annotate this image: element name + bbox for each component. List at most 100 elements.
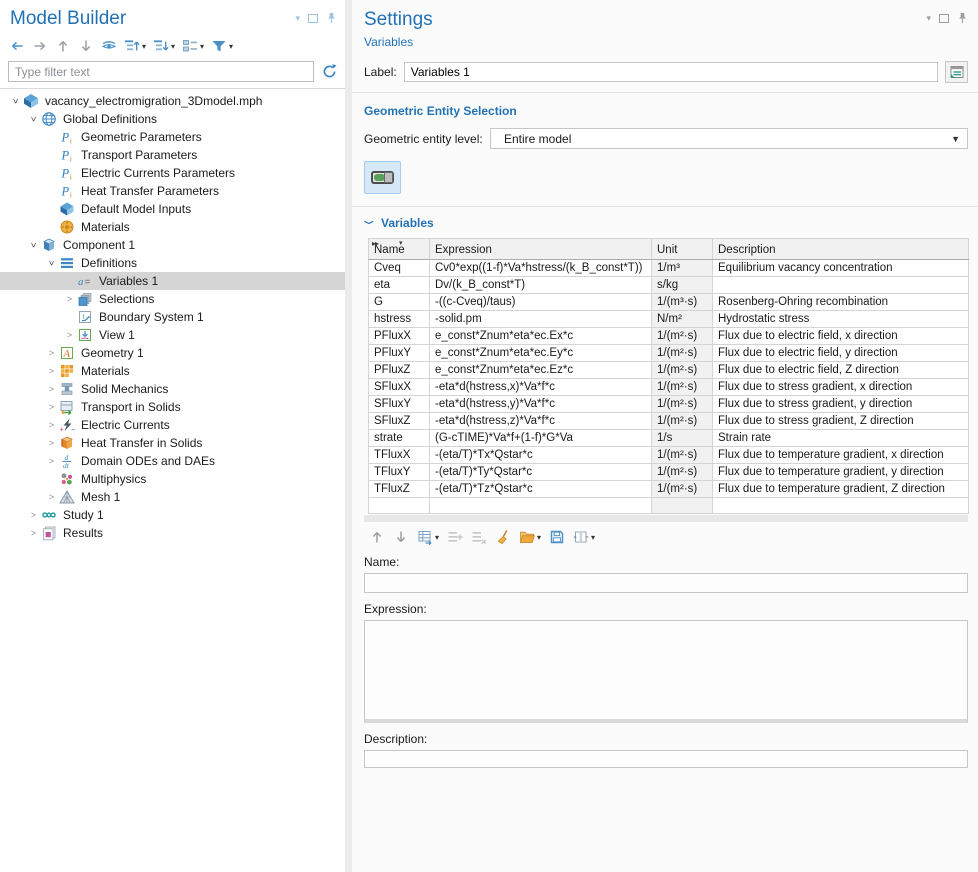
variables-table-row[interactable]: G-((c-Cveq)/taus)1/(m³·s)Rosenberg-Ohrin… — [369, 294, 969, 311]
cell-name[interactable]: PFluxZ — [369, 362, 430, 379]
cell-expression[interactable]: -eta*d(hstress,z)*Va*f*c — [430, 413, 652, 430]
cell-name[interactable]: Cveq — [369, 260, 430, 277]
active-toggle-button[interactable] — [364, 161, 401, 194]
move-down-arrow-button[interactable] — [392, 528, 410, 546]
cell-expression[interactable] — [430, 498, 652, 514]
save-to-file-button[interactable] — [548, 528, 566, 546]
load-from-file-button[interactable]: ▾ — [518, 528, 542, 546]
geometric-entity-level-select[interactable]: Entire model ▼ — [490, 128, 968, 149]
cell-name[interactable]: SFluxZ — [369, 413, 430, 430]
variables-table-row[interactable]: PFluxXe_const*Znum*eta*ec.Ex*c1/(m²·s)Fl… — [369, 328, 969, 345]
variables-section-header[interactable]: ❭ Variables — [352, 207, 978, 238]
tree-item-materials[interactable]: Materials — [0, 218, 345, 236]
tree-expanded-chevron-icon[interactable] — [26, 114, 41, 124]
cell-expression[interactable]: -solid.pm — [430, 311, 652, 328]
cell-expression[interactable]: Cv0*exp((1-f)*Va*hstress/(k_B_const*T)) — [430, 260, 652, 277]
cell-description[interactable]: Strain rate — [713, 430, 969, 447]
tree-collapse-chevron-icon[interactable] — [44, 456, 59, 466]
tree-item-materials[interactable]: Materials — [0, 362, 345, 380]
tree-item-transport-parameters[interactable]: PiTransport Parameters — [0, 146, 345, 164]
description-input[interactable] — [364, 750, 968, 768]
back-arrow-button[interactable] — [8, 37, 26, 55]
cell-name[interactable]: SFluxX — [369, 379, 430, 396]
dropdown-caret-icon[interactable]: ▾ — [142, 42, 146, 51]
cell-description[interactable]: Rosenberg-Ohring recombination — [713, 294, 969, 311]
variables-table-row[interactable]: TFluxY-(eta/T)*Ty*Qstar*c1/(m²·s)Flux du… — [369, 464, 969, 481]
tree-collapse-chevron-icon[interactable] — [62, 330, 77, 340]
dropdown-caret-icon[interactable]: ▾ — [399, 239, 403, 247]
tree-item-variables-1[interactable]: a=Variables 1 — [0, 272, 345, 290]
rename-button[interactable] — [945, 61, 968, 83]
cell-name[interactable]: PFluxX — [369, 328, 430, 345]
tree-collapse-chevron-icon[interactable] — [44, 420, 59, 430]
cell-expression[interactable]: -((c-Cveq)/taus) — [430, 294, 652, 311]
tree-item-vacancy-electromigration-3dmodel-mph[interactable]: vacancy_electromigration_3Dmodel.mph — [0, 92, 345, 110]
tree-item-electric-currents[interactable]: +−Electric Currents — [0, 416, 345, 434]
pin-panel-icon[interactable] — [326, 12, 337, 24]
expand-all-button[interactable]: ▾ — [123, 37, 147, 55]
section-collapse-chevron-icon[interactable]: ❭ — [364, 218, 375, 228]
tree-item-transport-in-solids[interactable]: Transport in Solids — [0, 398, 345, 416]
move-down-arrow-button[interactable] — [77, 37, 95, 55]
cell-description[interactable]: Equilibrium vacancy concentration — [713, 260, 969, 277]
cell-expression[interactable]: (G-cTIME)*Va*f+(1-f)*G*Va — [430, 430, 652, 447]
tree-item-heat-transfer-parameters[interactable]: PiHeat Transfer Parameters — [0, 182, 345, 200]
table-columns-button[interactable]: ▾ — [572, 528, 596, 546]
variables-table-row[interactable]: strate(G-cTIME)*Va*f+(1-f)*G*Va1/sStrain… — [369, 430, 969, 447]
tree-item-multiphysics[interactable]: Multiphysics — [0, 470, 345, 488]
name-input[interactable] — [364, 573, 968, 593]
tree-item-view-1[interactable]: View 1 — [0, 326, 345, 344]
dropdown-caret-icon[interactable]: ▾ — [591, 533, 595, 542]
panel-menu-caret-icon[interactable]: ▾ — [926, 14, 931, 23]
tree-item-definitions[interactable]: Definitions — [0, 254, 345, 272]
cell-description[interactable]: Flux due to stress gradient, Z direction — [713, 413, 969, 430]
expression-input[interactable] — [364, 620, 968, 723]
insert-table-button[interactable]: ▾ — [416, 528, 440, 546]
cell-description[interactable]: Flux due to stress gradient, x direction — [713, 379, 969, 396]
label-input[interactable] — [404, 62, 938, 82]
cell-name[interactable]: TFluxZ — [369, 481, 430, 498]
variables-table-row[interactable]: CveqCv0*exp((1-f)*Va*hstress/(k_B_const*… — [369, 260, 969, 277]
variables-table-row[interactable]: SFluxX-eta*d(hstress,x)*Va*f*c1/(m²·s)Fl… — [369, 379, 969, 396]
tree-expanded-chevron-icon[interactable] — [8, 96, 23, 106]
tree-item-heat-transfer-in-solids[interactable]: Heat Transfer in Solids — [0, 434, 345, 452]
tree-item-study-1[interactable]: Study 1 — [0, 506, 345, 524]
collapse-all-button[interactable]: ▾ — [152, 37, 176, 55]
filter-funnel-button[interactable]: ▾ — [210, 37, 234, 55]
move-up-arrow-button[interactable] — [368, 528, 386, 546]
dropdown-caret-icon[interactable]: ▾ — [229, 42, 233, 51]
tree-item-geometry-1[interactable]: AGeometry 1 — [0, 344, 345, 362]
cell-name[interactable]: SFluxY — [369, 396, 430, 413]
tree-collapse-chevron-icon[interactable] — [44, 492, 59, 502]
variables-table-row[interactable]: TFluxZ-(eta/T)*Tz*Qstar*c1/(m²·s)Flux du… — [369, 481, 969, 498]
cell-expression[interactable]: e_const*Znum*eta*ec.Ey*c — [430, 345, 652, 362]
cell-description[interactable]: Flux due to temperature gradient, x dire… — [713, 447, 969, 464]
node-text-button[interactable]: ▾ — [181, 37, 205, 55]
tree-collapse-chevron-icon[interactable] — [44, 438, 59, 448]
float-panel-icon[interactable] — [308, 14, 318, 23]
cell-name[interactable]: TFluxY — [369, 464, 430, 481]
tree-item-global-definitions[interactable]: Global Definitions — [0, 110, 345, 128]
cell-description[interactable]: Flux due to electric field, Z direction — [713, 362, 969, 379]
cell-description[interactable]: Flux due to temperature gradient, Z dire… — [713, 481, 969, 498]
variables-table-row[interactable]: TFluxX-(eta/T)*Tx*Qstar*c1/(m²·s)Flux du… — [369, 447, 969, 464]
dropdown-caret-icon[interactable]: ▾ — [435, 533, 439, 542]
cell-description[interactable]: Flux due to stress gradient, y direction — [713, 396, 969, 413]
clear-table-button[interactable] — [494, 528, 512, 546]
refresh-icon[interactable] — [321, 63, 338, 80]
panel-menu-caret-icon[interactable]: ▾ — [295, 14, 300, 23]
cell-name[interactable]: eta — [369, 277, 430, 294]
tree-expanded-chevron-icon[interactable] — [44, 258, 59, 268]
move-up-arrow-button[interactable] — [54, 37, 72, 55]
dropdown-caret-icon[interactable]: ▾ — [171, 42, 175, 51]
cell-expression[interactable]: e_const*Znum*eta*ec.Ex*c — [430, 328, 652, 345]
move-to-end-icon[interactable]: ▸▸ — [372, 239, 378, 248]
tree-collapse-chevron-icon[interactable] — [44, 402, 59, 412]
tree-item-default-model-inputs[interactable]: Default Model Inputs — [0, 200, 345, 218]
variables-table-row[interactable]: SFluxY-eta*d(hstress,y)*Va*f*c1/(m²·s)Fl… — [369, 396, 969, 413]
cell-expression[interactable]: e_const*Znum*eta*ec.Ez*c — [430, 362, 652, 379]
tree-item-results[interactable]: Results — [0, 524, 345, 542]
table-horizontal-scrollbar[interactable] — [364, 515, 968, 522]
cell-description[interactable] — [713, 277, 969, 294]
float-panel-icon[interactable] — [939, 14, 949, 23]
